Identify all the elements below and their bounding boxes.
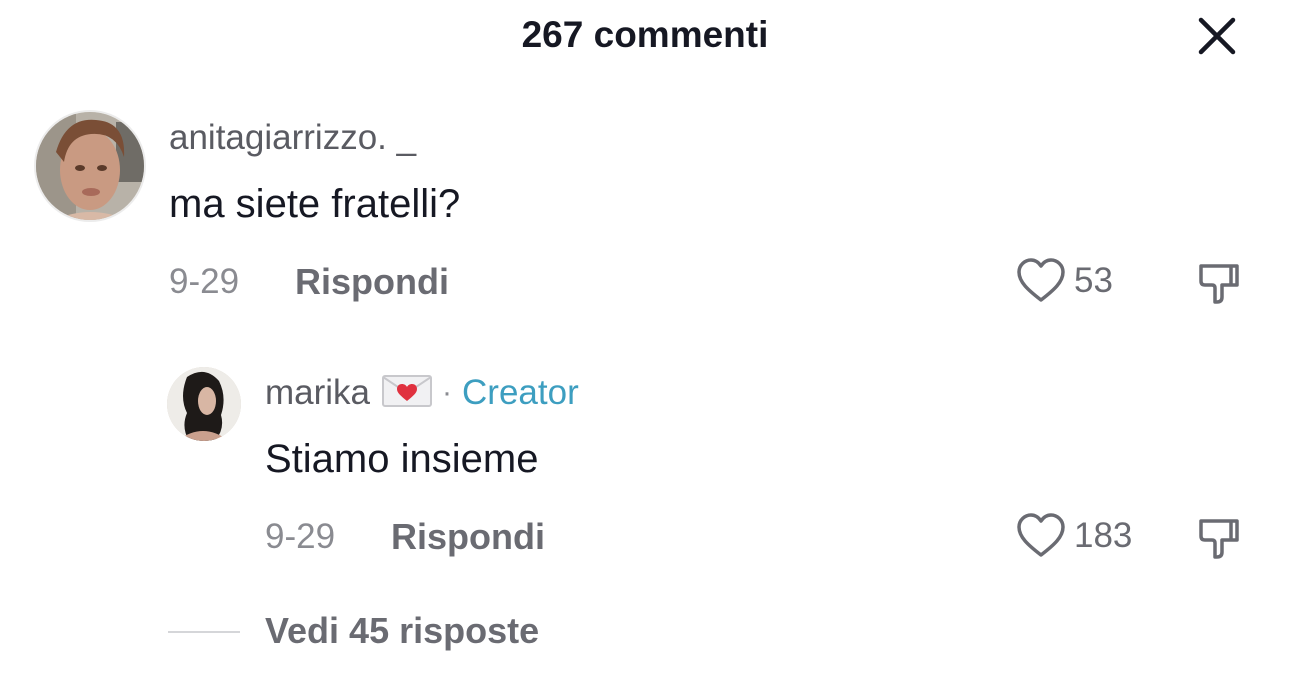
close-button[interactable]	[1192, 12, 1242, 60]
close-icon	[1198, 17, 1236, 55]
reply-button[interactable]: Rispondi	[295, 261, 449, 303]
heart-outline-icon	[1017, 513, 1065, 557]
reply-date: 9-29	[265, 517, 336, 556]
comment-date: 9-29	[169, 262, 240, 301]
reply-username[interactable]: marika	[265, 373, 370, 413]
thumbs-down-icon	[1199, 264, 1239, 304]
thumbs-down-icon	[1199, 519, 1239, 559]
creator-badge: Creator	[462, 373, 579, 412]
like-button[interactable]: 183	[1016, 513, 1132, 559]
heart-outline-icon	[1017, 258, 1065, 302]
reply-button[interactable]: Rispondi	[391, 516, 545, 558]
separator-dot: ·	[442, 376, 453, 409]
love-letter-envelope-icon	[382, 374, 433, 412]
page-title: 267 commenti	[521, 14, 769, 55]
comment-username[interactable]: anitagiarrizzo. _	[169, 118, 416, 158]
dislike-button[interactable]	[1195, 258, 1243, 306]
reply-text: Stiamo insieme	[265, 437, 539, 481]
like-button[interactable]: 53	[1016, 258, 1113, 304]
dislike-button[interactable]	[1195, 513, 1243, 561]
view-replies-button[interactable]: Vedi 45 risposte	[265, 610, 539, 652]
comment-text: ma siete fratelli?	[169, 182, 461, 226]
like-count: 183	[1074, 516, 1133, 555]
like-count: 53	[1074, 261, 1113, 300]
replies-divider	[168, 631, 240, 633]
avatar[interactable]	[167, 367, 241, 441]
avatar[interactable]	[34, 110, 146, 222]
